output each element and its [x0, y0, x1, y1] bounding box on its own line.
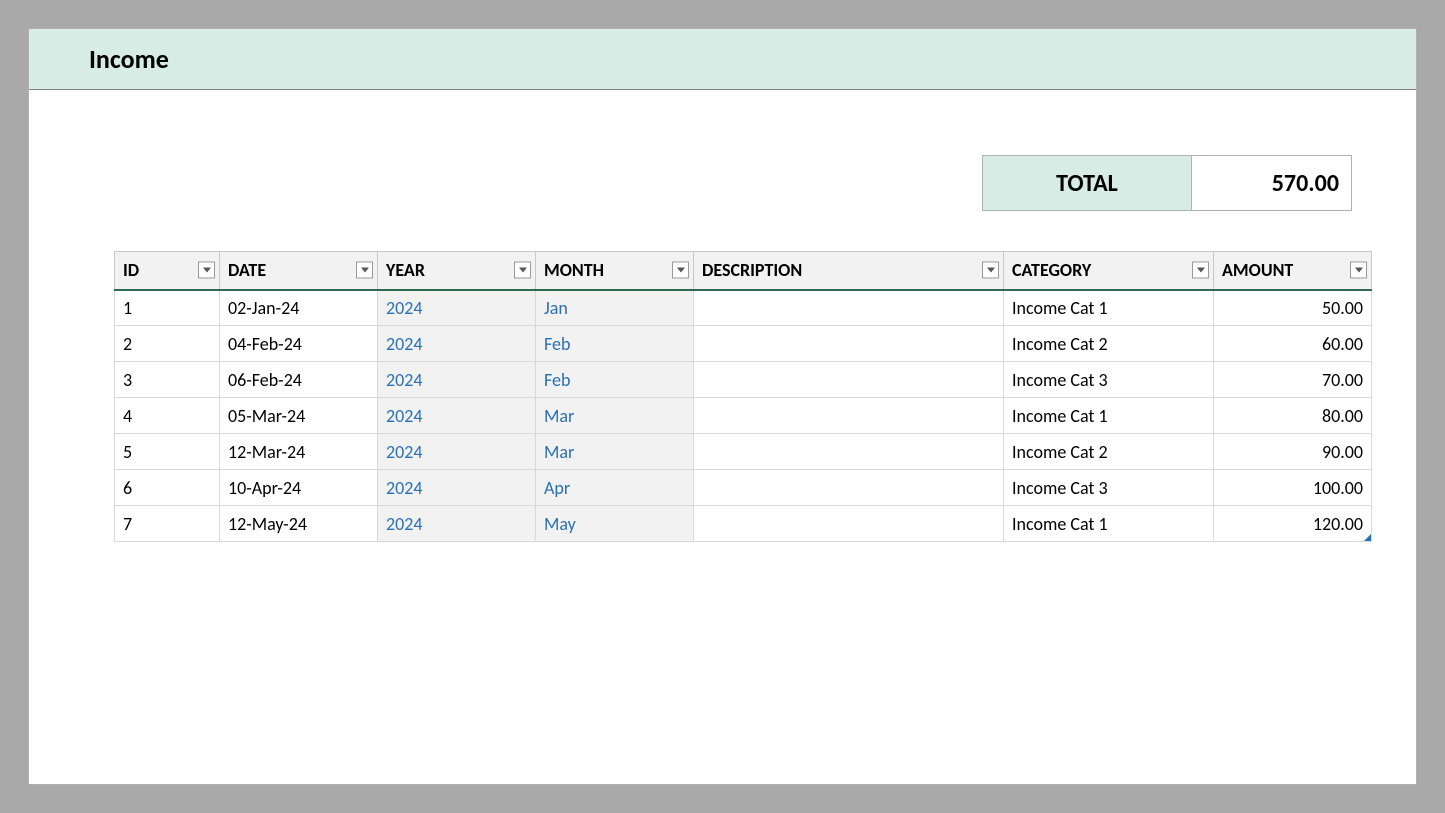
- table-header-row: ID DATE YEAR: [115, 252, 1372, 290]
- header-date-label: DATE: [228, 259, 266, 281]
- cell-description[interactable]: [694, 326, 1004, 362]
- filter-button-month[interactable]: [672, 262, 689, 279]
- total-value: 570.00: [1192, 155, 1352, 211]
- cell-date[interactable]: 12-Mar-24: [220, 434, 378, 470]
- header-year-label: YEAR: [386, 259, 425, 281]
- cell-year[interactable]: 2024: [378, 506, 536, 542]
- header-description-label: DESCRIPTION: [702, 259, 802, 281]
- cell-year[interactable]: 2024: [378, 398, 536, 434]
- header-amount[interactable]: AMOUNT: [1214, 252, 1372, 290]
- cell-year[interactable]: 2024: [378, 470, 536, 506]
- cell-date[interactable]: 05-Mar-24: [220, 398, 378, 434]
- spreadsheet-sheet: Income TOTAL 570.00 ID DATE: [28, 28, 1417, 785]
- filter-button-id[interactable]: [198, 262, 215, 279]
- cell-category[interactable]: Income Cat 3: [1004, 470, 1214, 506]
- cell-id[interactable]: 3: [115, 362, 220, 398]
- chevron-down-icon: [1197, 268, 1205, 273]
- filter-button-description[interactable]: [982, 262, 999, 279]
- cell-month[interactable]: May: [536, 506, 694, 542]
- total-box: TOTAL 570.00: [982, 155, 1352, 211]
- cell-amount[interactable]: 120.00: [1214, 506, 1372, 542]
- cell-category[interactable]: Income Cat 1: [1004, 398, 1214, 434]
- table-row: 712-May-242024May Income Cat 1120.00: [115, 506, 1372, 542]
- cell-amount[interactable]: 70.00: [1214, 362, 1372, 398]
- cell-id[interactable]: 6: [115, 470, 220, 506]
- cell-description[interactable]: [694, 434, 1004, 470]
- header-month[interactable]: MONTH: [536, 252, 694, 290]
- cell-month[interactable]: Feb: [536, 362, 694, 398]
- income-table: ID DATE YEAR: [114, 251, 1372, 542]
- header-id[interactable]: ID: [115, 252, 220, 290]
- header-category-label: CATEGORY: [1012, 259, 1091, 281]
- table-row: 306-Feb-242024Feb Income Cat 370.00: [115, 362, 1372, 398]
- cell-year[interactable]: 2024: [378, 326, 536, 362]
- cell-date[interactable]: 02-Jan-24: [220, 290, 378, 326]
- cell-category[interactable]: Income Cat 1: [1004, 506, 1214, 542]
- header-category[interactable]: CATEGORY: [1004, 252, 1214, 290]
- cell-amount[interactable]: 60.00: [1214, 326, 1372, 362]
- header-bar: Income: [29, 29, 1416, 90]
- table-resize-handle[interactable]: [1364, 534, 1371, 541]
- table-row: 512-Mar-242024Mar Income Cat 290.00: [115, 434, 1372, 470]
- cell-description[interactable]: [694, 290, 1004, 326]
- cell-id[interactable]: 5: [115, 434, 220, 470]
- header-month-label: MONTH: [544, 259, 604, 281]
- cell-month[interactable]: Jan: [536, 290, 694, 326]
- table-row: 204-Feb-242024Feb Income Cat 260.00: [115, 326, 1372, 362]
- cell-category[interactable]: Income Cat 1: [1004, 290, 1214, 326]
- cell-category[interactable]: Income Cat 2: [1004, 434, 1214, 470]
- table-row: 405-Mar-242024Mar Income Cat 180.00: [115, 398, 1372, 434]
- cell-description[interactable]: [694, 398, 1004, 434]
- cell-amount[interactable]: 100.00: [1214, 470, 1372, 506]
- cell-month[interactable]: Apr: [536, 470, 694, 506]
- cell-amount[interactable]: 80.00: [1214, 398, 1372, 434]
- total-label: TOTAL: [982, 155, 1192, 211]
- header-id-label: ID: [123, 259, 139, 281]
- cell-month[interactable]: Mar: [536, 398, 694, 434]
- cell-date[interactable]: 04-Feb-24: [220, 326, 378, 362]
- cell-description[interactable]: [694, 362, 1004, 398]
- filter-button-amount[interactable]: [1350, 262, 1367, 279]
- header-year[interactable]: YEAR: [378, 252, 536, 290]
- chevron-down-icon: [987, 268, 995, 273]
- cell-id[interactable]: 2: [115, 326, 220, 362]
- cell-year[interactable]: 2024: [378, 362, 536, 398]
- header-date[interactable]: DATE: [220, 252, 378, 290]
- page-title: Income: [89, 43, 1356, 75]
- income-table-wrap: ID DATE YEAR: [114, 251, 1352, 542]
- chevron-down-icon: [677, 268, 685, 273]
- cell-description[interactable]: [694, 470, 1004, 506]
- cell-month[interactable]: Mar: [536, 434, 694, 470]
- chevron-down-icon: [361, 268, 369, 273]
- header-amount-label: AMOUNT: [1222, 259, 1293, 281]
- table-row: 102-Jan-242024Jan Income Cat 150.00: [115, 290, 1372, 326]
- chevron-down-icon: [1355, 268, 1363, 273]
- header-description[interactable]: DESCRIPTION: [694, 252, 1004, 290]
- cell-id[interactable]: 7: [115, 506, 220, 542]
- filter-button-date[interactable]: [356, 262, 373, 279]
- cell-description[interactable]: [694, 506, 1004, 542]
- filter-button-year[interactable]: [514, 262, 531, 279]
- cell-date[interactable]: 06-Feb-24: [220, 362, 378, 398]
- cell-year[interactable]: 2024: [378, 434, 536, 470]
- cell-date[interactable]: 12-May-24: [220, 506, 378, 542]
- cell-category[interactable]: Income Cat 2: [1004, 326, 1214, 362]
- cell-date[interactable]: 10-Apr-24: [220, 470, 378, 506]
- cell-month[interactable]: Feb: [536, 326, 694, 362]
- cell-amount[interactable]: 50.00: [1214, 290, 1372, 326]
- chevron-down-icon: [203, 268, 211, 273]
- filter-button-category[interactable]: [1192, 262, 1209, 279]
- cell-category[interactable]: Income Cat 3: [1004, 362, 1214, 398]
- cell-year[interactable]: 2024: [378, 290, 536, 326]
- cell-amount[interactable]: 90.00: [1214, 434, 1372, 470]
- cell-id[interactable]: 1: [115, 290, 220, 326]
- chevron-down-icon: [519, 268, 527, 273]
- cell-id[interactable]: 4: [115, 398, 220, 434]
- table-row: 610-Apr-242024Apr Income Cat 3100.00: [115, 470, 1372, 506]
